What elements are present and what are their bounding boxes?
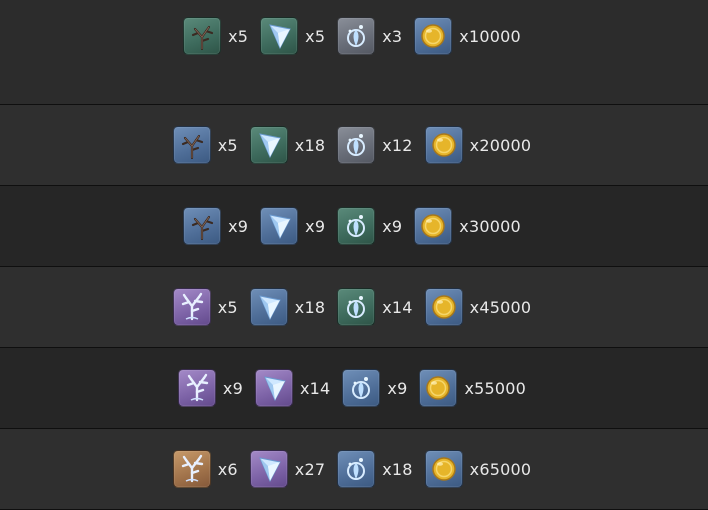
material-quantity: x45000 (469, 297, 532, 317)
gold-coin-icon (414, 17, 453, 55)
material-quantity: x10000 (459, 26, 521, 46)
material-quantity: x9 (305, 216, 326, 236)
material-quantity: x20000 (469, 135, 532, 155)
material-quantity: x18 (382, 459, 413, 479)
materials-row: x9 x14 x9 x55000 (0, 348, 708, 429)
coral-icon (177, 369, 216, 407)
coral-icon (172, 288, 211, 326)
materials-row: x9 x9 x9 x30000 (0, 186, 708, 267)
material-quantity: x18 (294, 135, 326, 155)
crystal-shard-icon (254, 369, 293, 407)
material-item[interactable]: x18 (337, 450, 416, 488)
material-quantity: x65000 (469, 459, 532, 479)
material-quantity: x30000 (459, 216, 521, 236)
spirit-essence-icon (337, 450, 376, 488)
branch-icon (183, 207, 222, 245)
spirit-essence-icon (342, 369, 381, 407)
material-quantity: x5 (217, 297, 238, 317)
gold-coin-icon (419, 369, 458, 407)
material-item[interactable]: x65000 (424, 450, 536, 488)
material-quantity: x9 (387, 378, 408, 398)
spirit-essence-icon (337, 17, 376, 55)
material-quantity: x6 (217, 459, 238, 479)
gold-coin-icon (424, 288, 463, 326)
material-item[interactable]: x5 (260, 17, 329, 55)
gold-coin-icon (424, 126, 463, 164)
crystal-shard-icon (249, 450, 288, 488)
crystal-shard-icon (260, 207, 299, 245)
material-quantity: x5 (305, 26, 326, 46)
material-quantity: x18 (294, 297, 326, 317)
materials-row: x5 x18 x12 x20000 (0, 105, 708, 186)
material-item[interactable]: x5 (172, 126, 242, 164)
material-quantity: x9 (222, 378, 243, 398)
material-item[interactable]: x30000 (414, 207, 525, 245)
material-item[interactable]: x6 (172, 450, 242, 488)
gold-coin-icon (414, 207, 453, 245)
materials-row: x5 x5 x3 x10000 (0, 0, 708, 105)
material-item[interactable]: x14 (254, 369, 334, 407)
material-quantity: x14 (299, 378, 331, 398)
material-item[interactable]: x14 (337, 288, 416, 326)
coral-icon (172, 450, 211, 488)
crystal-shard-icon (260, 17, 299, 55)
material-item[interactable]: x12 (337, 126, 416, 164)
material-item[interactable]: x3 (337, 17, 406, 55)
materials-row: x5 x18 x14 x45000 (0, 267, 708, 348)
materials-table: x5 x5 x3 x10000 x5 x18 x12 x20000 x9 x9 … (0, 0, 708, 510)
material-quantity: x9 (228, 216, 249, 236)
material-item[interactable]: x9 (337, 207, 406, 245)
material-item[interactable]: x45000 (424, 288, 536, 326)
material-item[interactable]: x18 (249, 288, 329, 326)
material-item[interactable]: x5 (172, 288, 242, 326)
material-item[interactable]: x5 (183, 17, 252, 55)
spirit-essence-icon (337, 207, 376, 245)
gold-coin-icon (424, 450, 463, 488)
material-item[interactable]: x9 (177, 369, 247, 407)
material-quantity: x12 (382, 135, 413, 155)
material-item[interactable]: x9 (260, 207, 329, 245)
materials-row: x6 x27 x18 x65000 (0, 429, 708, 510)
material-quantity: x3 (382, 26, 403, 46)
material-quantity: x5 (228, 26, 249, 46)
material-item[interactable]: x27 (249, 450, 329, 488)
material-item[interactable]: x20000 (424, 126, 536, 164)
crystal-shard-icon (249, 126, 288, 164)
material-item[interactable]: x18 (249, 126, 329, 164)
branch-icon (183, 17, 222, 55)
spirit-essence-icon (337, 288, 376, 326)
branch-icon (172, 126, 211, 164)
material-quantity: x9 (382, 216, 403, 236)
material-item[interactable]: x9 (342, 369, 411, 407)
material-item[interactable]: x55000 (419, 369, 530, 407)
spirit-essence-icon (337, 126, 376, 164)
material-item[interactable]: x9 (183, 207, 252, 245)
material-quantity: x27 (294, 459, 326, 479)
material-item[interactable]: x10000 (414, 17, 525, 55)
material-quantity: x5 (217, 135, 238, 155)
crystal-shard-icon (249, 288, 288, 326)
material-quantity: x55000 (464, 378, 527, 398)
material-quantity: x14 (382, 297, 413, 317)
